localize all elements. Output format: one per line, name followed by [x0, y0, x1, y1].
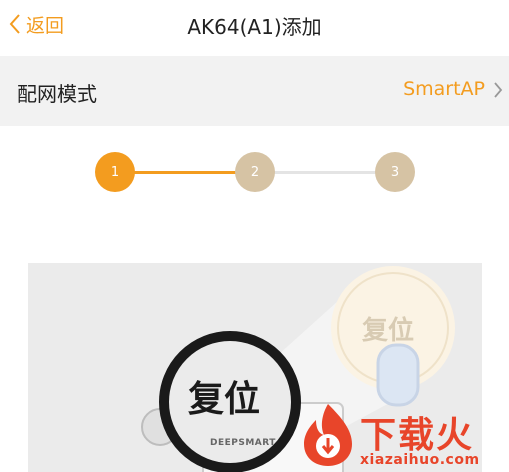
step-indicator: 1 2 3 [0, 150, 509, 195]
watermark-logo: 下载火 xiazaihuo.com [298, 402, 509, 472]
zoom-reset-label: 复位 [362, 316, 415, 346]
step-connector-pending [255, 171, 395, 174]
reset-label: 复位 [188, 379, 261, 420]
watermark-text: 下载火 [360, 415, 475, 456]
step-connector-done [115, 171, 255, 174]
flame-icon [304, 404, 352, 466]
step-2[interactable]: 2 [235, 152, 275, 192]
step-3[interactable]: 3 [375, 152, 415, 192]
page-title: AK64(A1)添加 [187, 15, 322, 39]
network-mode-value: SmartAP [403, 78, 485, 100]
chevron-right-icon [494, 82, 503, 98]
network-mode-row[interactable]: 配网模式 SmartAP [0, 56, 509, 126]
step-1[interactable]: 1 [95, 152, 135, 192]
device-brand: DEEPSMART [210, 438, 276, 448]
network-mode-label: 配网模式 [17, 82, 97, 106]
watermark-url: xiazaihuo.com [360, 452, 480, 468]
header-bar: 返回 AK64(A1)添加 [0, 0, 509, 50]
